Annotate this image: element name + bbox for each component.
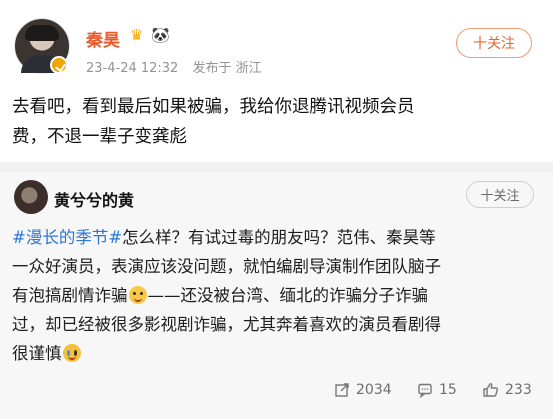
repost-line-5-text: 很谨慎 [12,344,62,363]
repost-line-1-rest: 怎么样？有试过毒的朋友吗？范伟、秦昊等 [122,228,436,247]
divider [0,162,553,172]
repost-follow-button[interactable]: 十关注 [466,181,534,208]
post-timestamp: 23-4-24 12:32 [86,61,179,76]
repost-author-avatar[interactable] [14,180,48,214]
laugh-cry-emoji [128,286,147,304]
comment-icon [418,383,432,398]
verified-icon [50,56,68,74]
share-button[interactable]: 2034 [334,382,392,398]
like-count: 233 [505,382,532,398]
repost-line-4: 过，却已经被很多影视剧诈骗，尤其奔着喜欢的演员看剧得 [12,315,441,334]
post-line-1: 去看吧，看到最后如果被骗，我给你退腾讯视频会员 [12,97,415,117]
follow-button[interactable]: 十关注 [456,28,532,58]
follow-label: 十关注 [473,36,515,52]
repost-line-1: #漫长的季节#怎么样？有试过毒的朋友吗？范伟、秦昊等 [12,223,542,252]
repost-line-3-end: ——还没被台湾、缅北的诈骗分子诈骗 [147,286,429,305]
comment-button[interactable]: 15 [417,382,457,398]
repost-line-3: 有泡搞剧情诈骗 ——还没被台湾、缅北的诈骗分子诈骗 [12,281,542,310]
author-name[interactable]: 秦昊 [86,26,120,51]
post-line-2: 费，不退一辈子变龚彪 [12,127,187,147]
crown-icon: ♛ [130,26,144,44]
topic-link[interactable]: #漫长的季节# [12,228,122,247]
like-button[interactable]: 233 [482,382,532,398]
repost-line-2: 一众好演员，表演应该没问题，就怕编剧导演制作团队脑子 [12,257,441,276]
comment-count: 15 [439,382,457,398]
share-count: 2034 [356,382,392,398]
post-content: 去看吧，看到最后如果被骗，我给你退腾讯视频会员 费，不退一辈子变龚彪 [12,92,542,152]
post-source: 发布于 浙江 [192,61,262,76]
cry-emoji [62,344,81,362]
like-icon [483,383,498,397]
post-meta: 23-4-24 12:32 发布于 浙江 [86,57,272,76]
share-icon [335,383,349,397]
repost-content: #漫长的季节#怎么样？有试过毒的朋友吗？范伟、秦昊等 一众好演员，表演应该没问题… [12,223,542,368]
avatar-hair [25,25,59,41]
repost-follow-label: 十关注 [480,189,520,204]
repost-line-3-start: 有泡搞剧情诈骗 [12,286,128,305]
repost-author-name[interactable]: 黄兮兮的黄 [54,187,134,211]
repost-line-5: 很谨慎 [12,339,542,368]
panda-icon: 🐼 [151,26,170,44]
